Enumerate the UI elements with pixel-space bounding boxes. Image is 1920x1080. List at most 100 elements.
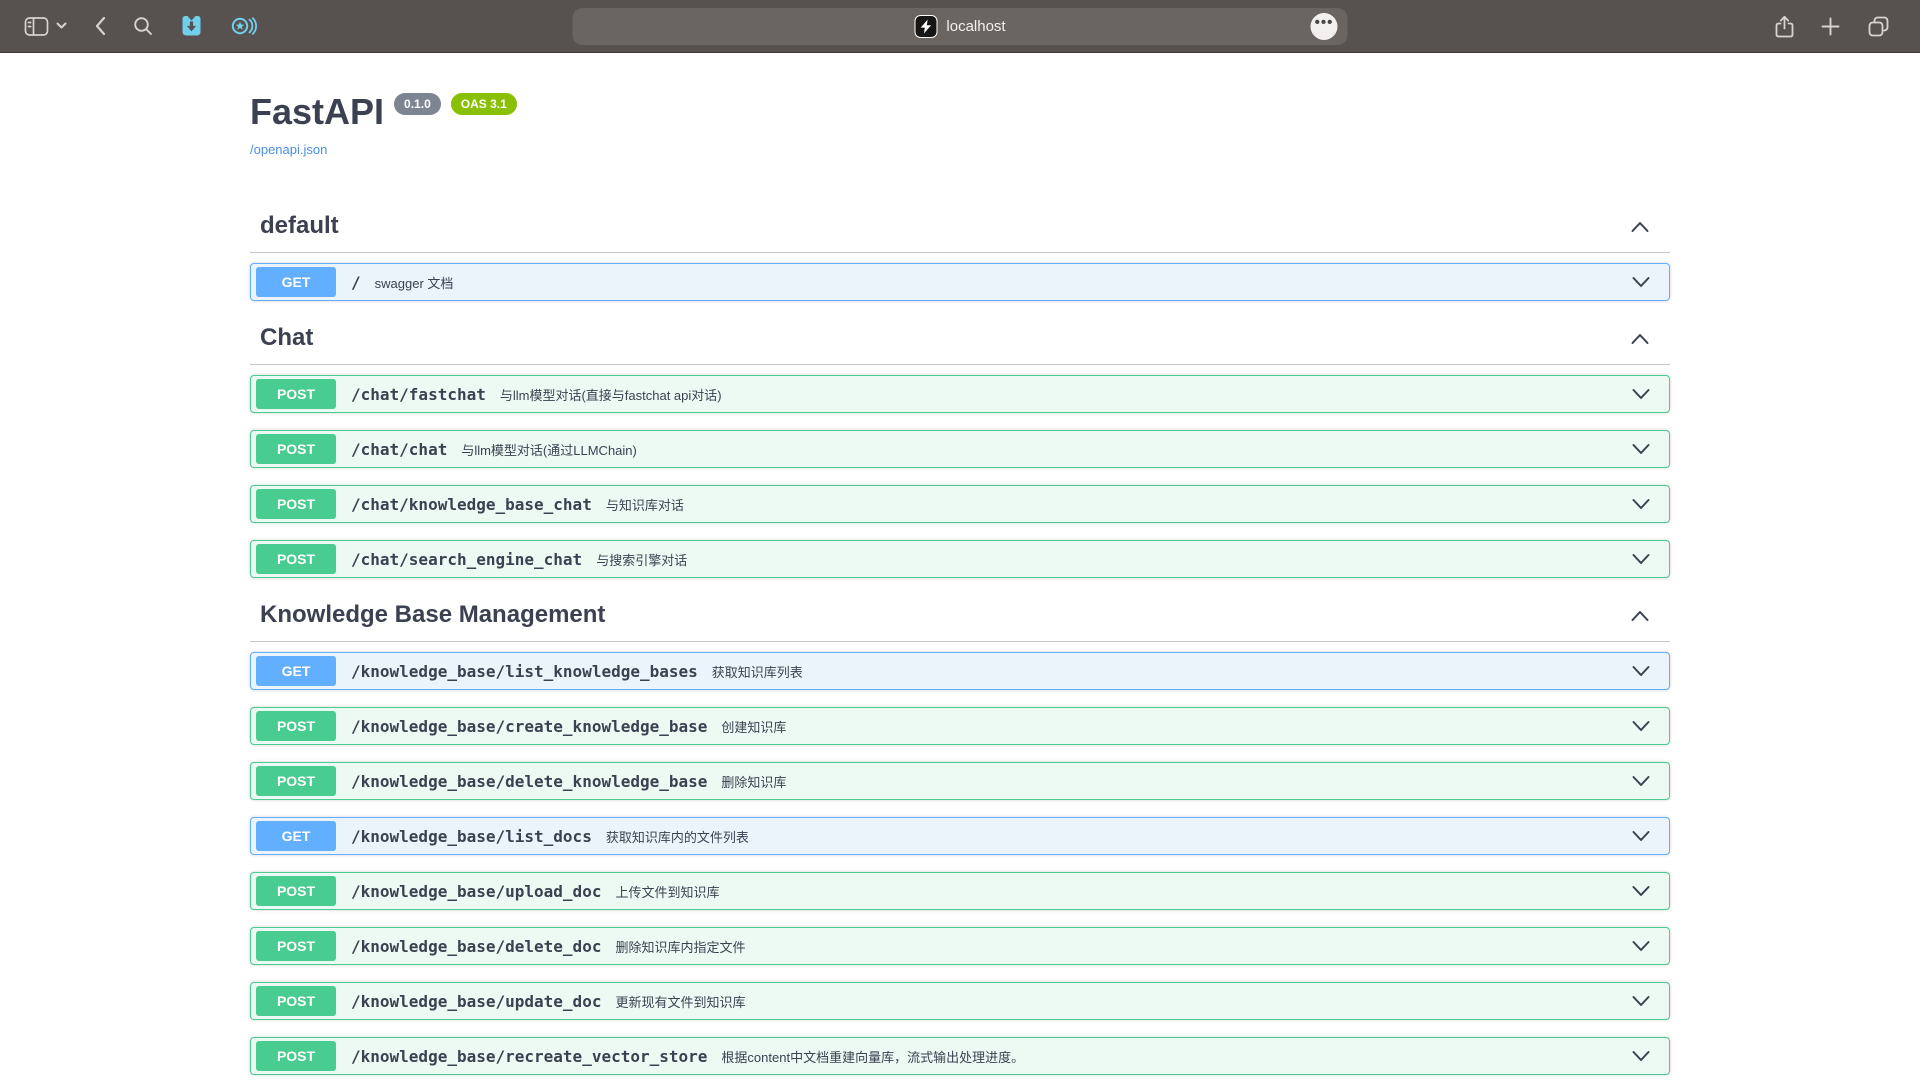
method-badge: POST xyxy=(256,544,336,574)
method-badge: POST xyxy=(256,1041,336,1071)
extension-button-1[interactable] xyxy=(180,14,203,38)
fastapi-favicon xyxy=(914,15,937,38)
new-tab-icon xyxy=(1821,17,1840,36)
oas-badge: OAS 3.1 xyxy=(451,93,517,115)
operation-path: /chat/fastchat xyxy=(351,385,486,404)
operation-path: /knowledge_base/delete_doc xyxy=(351,937,601,956)
operation-description: 与知识库对话 xyxy=(606,495,684,514)
section-title: default xyxy=(260,212,339,240)
section-operations: GET /knowledge_base/list_knowledge_bases… xyxy=(250,642,1670,1075)
toolbar-right-group xyxy=(1775,0,1890,53)
operation-row[interactable]: POST /knowledge_base/create_knowledge_ba… xyxy=(250,707,1670,745)
ellipsis-icon: ••• xyxy=(1315,19,1334,27)
chevron-up-icon[interactable] xyxy=(1630,332,1650,345)
section-title: Knowledge Base Management xyxy=(260,601,605,629)
operation-path: /knowledge_base/list_docs xyxy=(351,827,592,846)
method-badge: POST xyxy=(256,766,336,796)
operation-description: 删除知识库内指定文件 xyxy=(615,937,745,956)
api-section: Knowledge Base Management GET /knowledge… xyxy=(250,595,1670,1075)
sections-container: default GET / swagger 文档 Chat xyxy=(250,206,1670,1075)
operation-row[interactable]: POST /chat/chat 与llm模型对话(通过LLMChain) xyxy=(250,430,1670,468)
api-info: FastAPI 0.1.0 OAS 3.1 /openapi.json xyxy=(250,90,1670,159)
toolbar-left-group xyxy=(0,14,258,38)
operation-path: /knowledge_base/recreate_vector_store xyxy=(351,1047,707,1066)
api-section: Chat POST /chat/fastchat 与llm模型对话(直接与fas… xyxy=(250,318,1670,578)
share-button[interactable] xyxy=(1775,15,1794,39)
operation-row[interactable]: POST /chat/knowledge_base_chat 与知识库对话 xyxy=(250,485,1670,523)
chevron-down-icon[interactable] xyxy=(1631,388,1651,401)
operation-description: 删除知识库 xyxy=(721,772,786,791)
operation-path: /knowledge_base/create_knowledge_base xyxy=(351,717,707,736)
operation-path: /knowledge_base/delete_knowledge_base xyxy=(351,772,707,791)
extension-button-2[interactable] xyxy=(230,15,258,37)
operation-row[interactable]: POST /knowledge_base/recreate_vector_sto… xyxy=(250,1037,1670,1075)
page-title: FastAPI xyxy=(250,90,384,133)
chevron-down-icon[interactable] xyxy=(1631,885,1651,898)
operation-row[interactable]: GET /knowledge_base/list_docs 获取知识库内的文件列… xyxy=(250,817,1670,855)
method-badge: POST xyxy=(256,931,336,961)
operation-description: 上传文件到知识库 xyxy=(615,882,719,901)
section-header[interactable]: Chat xyxy=(250,318,1670,365)
chevron-down-icon[interactable] xyxy=(1631,276,1651,289)
chevron-down-icon[interactable] xyxy=(1631,720,1651,733)
operation-path: /knowledge_base/update_doc xyxy=(351,992,601,1011)
toolbar-chevron-down-icon xyxy=(56,22,67,30)
address-url: localhost xyxy=(946,18,1005,35)
operation-row[interactable]: POST /knowledge_base/update_doc 更新现有文件到知… xyxy=(250,982,1670,1020)
operation-description: 与搜索引擎对话 xyxy=(596,550,687,569)
sidebar-menu-button[interactable] xyxy=(56,22,67,30)
section-header[interactable]: Knowledge Base Management xyxy=(250,595,1670,642)
operation-path: /knowledge_base/upload_doc xyxy=(351,882,601,901)
method-badge: GET xyxy=(256,656,336,686)
section-operations: POST /chat/fastchat 与llm模型对话(直接与fastchat… xyxy=(250,365,1670,578)
method-badge: POST xyxy=(256,711,336,741)
operation-row[interactable]: GET / swagger 文档 xyxy=(250,263,1670,301)
chevron-down-icon[interactable] xyxy=(1631,665,1651,678)
operation-description: 获取知识库列表 xyxy=(712,662,803,681)
method-badge: POST xyxy=(256,876,336,906)
operation-description: 创建知识库 xyxy=(721,717,786,736)
chevron-up-icon[interactable] xyxy=(1630,220,1650,233)
api-section: default GET / swagger 文档 xyxy=(250,206,1670,301)
chevron-down-icon[interactable] xyxy=(1631,498,1651,511)
chevron-down-icon[interactable] xyxy=(1631,443,1651,456)
operation-path: / xyxy=(351,273,361,292)
method-badge: POST xyxy=(256,379,336,409)
operation-row[interactable]: POST /chat/search_engine_chat 与搜索引擎对话 xyxy=(250,540,1670,578)
operation-path: /chat/search_engine_chat xyxy=(351,550,582,569)
browser-toolbar: localhost ••• xyxy=(0,0,1920,53)
section-operations: GET / swagger 文档 xyxy=(250,253,1670,301)
operation-description: 与llm模型对话(直接与fastchat api对话) xyxy=(500,385,722,404)
operation-row[interactable]: POST /chat/fastchat 与llm模型对话(直接与fastchat… xyxy=(250,375,1670,413)
address-bar[interactable]: localhost ••• xyxy=(573,8,1348,45)
method-badge: POST xyxy=(256,986,336,1016)
tabs-overview-icon xyxy=(1867,15,1890,38)
search-button[interactable] xyxy=(133,16,153,36)
chevron-down-icon[interactable] xyxy=(1631,995,1651,1008)
operation-row[interactable]: POST /knowledge_base/delete_knowledge_ba… xyxy=(250,762,1670,800)
search-icon xyxy=(133,16,153,36)
back-icon xyxy=(94,16,106,36)
chevron-down-icon[interactable] xyxy=(1631,1050,1651,1063)
page-settings-button[interactable]: ••• xyxy=(1311,13,1338,40)
chevron-down-icon[interactable] xyxy=(1631,553,1651,566)
chevron-down-icon[interactable] xyxy=(1631,830,1651,843)
sidebar-toggle-icon xyxy=(24,16,49,37)
star-circle-extension-icon xyxy=(230,15,258,37)
method-badge: GET xyxy=(256,267,336,297)
sidebar-toggle-button[interactable] xyxy=(24,16,49,37)
chevron-down-icon[interactable] xyxy=(1631,775,1651,788)
new-tab-button[interactable] xyxy=(1821,17,1840,36)
chevron-down-icon[interactable] xyxy=(1631,940,1651,953)
operation-description: 更新现有文件到知识库 xyxy=(615,992,745,1011)
tabs-overview-button[interactable] xyxy=(1867,15,1890,38)
chevron-up-icon[interactable] xyxy=(1630,609,1650,622)
operation-row[interactable]: POST /knowledge_base/delete_doc 删除知识库内指定… xyxy=(250,927,1670,965)
section-title: Chat xyxy=(260,324,313,352)
back-button[interactable] xyxy=(94,16,106,36)
operation-row[interactable]: GET /knowledge_base/list_knowledge_bases… xyxy=(250,652,1670,690)
section-header[interactable]: default xyxy=(250,206,1670,253)
operation-description: 获取知识库内的文件列表 xyxy=(606,827,749,846)
operation-row[interactable]: POST /knowledge_base/upload_doc 上传文件到知识库 xyxy=(250,872,1670,910)
openapi-spec-link[interactable]: /openapi.json xyxy=(250,142,327,157)
